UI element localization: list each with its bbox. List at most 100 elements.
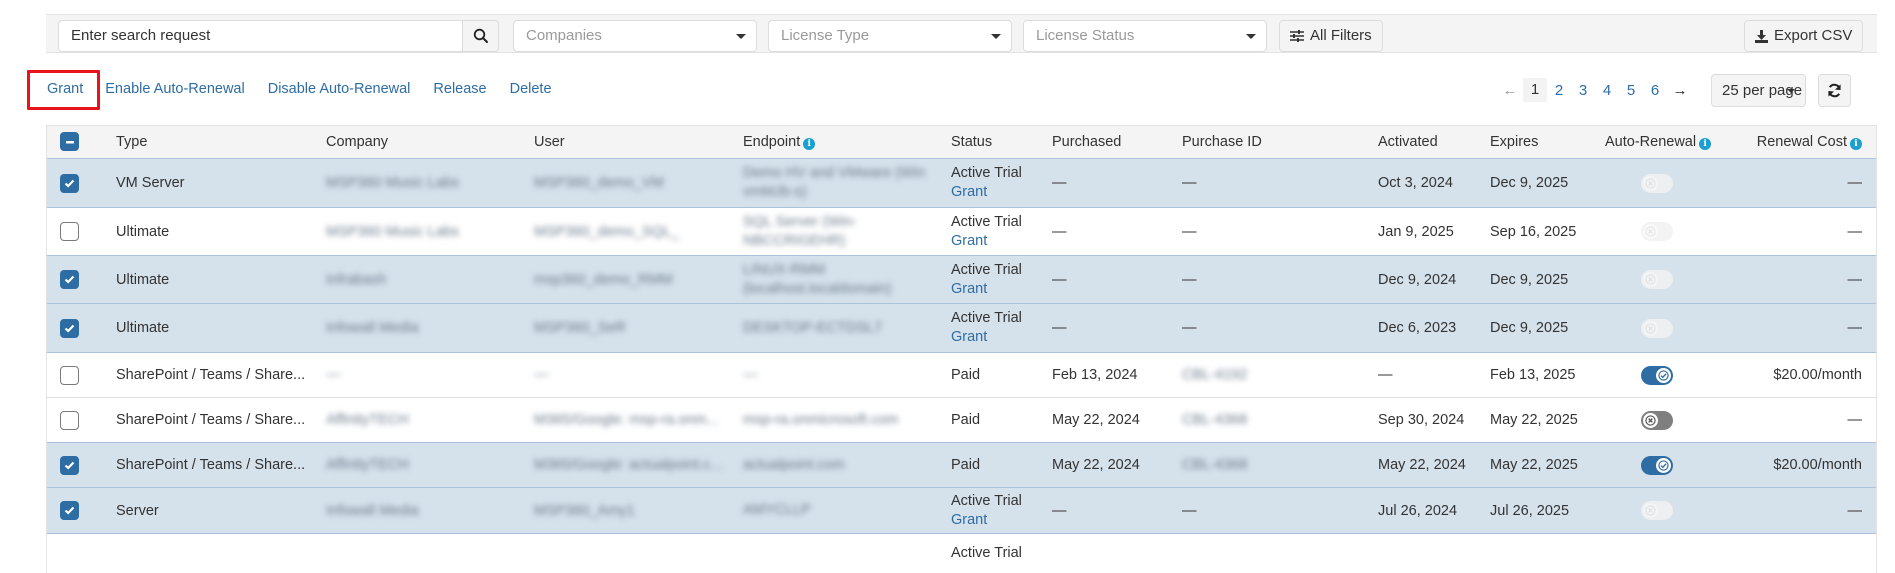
page-3[interactable]: 3 xyxy=(1571,82,1595,99)
cell-purchased: — xyxy=(1052,271,1067,288)
cell-purchased: — xyxy=(1052,320,1067,336)
auto-renewal-toggle[interactable] xyxy=(1641,398,1673,442)
info-icon[interactable]: i xyxy=(803,138,816,150)
cell-activated: Dec 9, 2024 xyxy=(1378,271,1457,288)
column-header-activated[interactable]: Activated xyxy=(1378,126,1438,158)
table-row[interactable]: VM Server MSP360 Music Labs MSP360_demo_VM… xyxy=(47,158,1876,207)
cell-purchase-id: CBL-4368 xyxy=(1182,412,1248,428)
table-row[interactable]: Ultimate Infrabash msp360_demo_RMM LINUX-RM… xyxy=(47,255,1876,303)
page-5[interactable]: 5 xyxy=(1619,82,1643,99)
cell-purchase-id: CBL-4192 xyxy=(1182,367,1248,383)
endpoint-line: msp-ra.onmicrosoft.com xyxy=(743,411,899,428)
cell-company: MSP360 Music Labs xyxy=(326,175,459,191)
search-icon xyxy=(473,28,488,43)
row-checkbox[interactable] xyxy=(60,159,79,207)
endpoint-header-label: Endpoint xyxy=(743,134,801,150)
auto-renewal-toggle[interactable] xyxy=(1641,353,1673,397)
cell-activated: Sep 30, 2024 xyxy=(1378,412,1465,428)
row-checkbox[interactable] xyxy=(60,256,79,303)
info-icon[interactable]: i xyxy=(1699,138,1712,150)
endpoint-line: (localhost.localdomain) xyxy=(743,280,892,297)
table-row[interactable]: SharePoint / Teams / Share... — — — Paid Feb … xyxy=(47,352,1876,397)
check-icon xyxy=(64,461,75,470)
cell-expires: May 22, 2025 xyxy=(1490,412,1578,428)
column-header-user[interactable]: User xyxy=(534,126,565,158)
release-link[interactable]: Release xyxy=(433,81,486,97)
grant-link[interactable]: Grant xyxy=(951,183,987,202)
table-row[interactable]: Ultimate Infowall Media MSP360_SeR DESKTOP-… xyxy=(47,303,1876,352)
export-csv-label: Export CSV xyxy=(1774,27,1853,44)
column-header-purchase-id[interactable]: Purchase ID xyxy=(1182,126,1262,158)
table-row[interactable]: SharePoint / Teams / Share... AffinityTEC… xyxy=(47,442,1876,487)
enable-auto-renewal-link[interactable]: Enable Auto-Renewal xyxy=(105,81,244,97)
export-csv-button[interactable]: Export CSV xyxy=(1744,20,1864,52)
table-row[interactable]: Active Trial xyxy=(47,533,1876,573)
prev-page-arrow[interactable]: ← xyxy=(1497,82,1523,99)
endpoint-line: — xyxy=(743,366,758,383)
next-page-arrow[interactable]: → xyxy=(1667,82,1693,99)
page-6[interactable]: 6 xyxy=(1643,82,1667,99)
auto-renewal-toggle[interactable] xyxy=(1641,443,1673,487)
search-button[interactable] xyxy=(462,20,499,52)
page-1[interactable]: 1 xyxy=(1523,78,1547,102)
x-icon xyxy=(1645,414,1656,426)
cell-status: Active Trial xyxy=(951,534,1022,573)
row-checkbox[interactable] xyxy=(60,353,79,397)
status-text: Active Trial xyxy=(951,492,1022,509)
column-header-endpoint[interactable]: Endpoint i xyxy=(743,126,816,158)
refresh-button[interactable] xyxy=(1818,74,1851,107)
column-header-purchased[interactable]: Purchased xyxy=(1052,126,1121,158)
cell-expires: Dec 9, 2025 xyxy=(1490,175,1569,191)
all-filters-button[interactable]: All Filters xyxy=(1279,20,1383,52)
row-checkbox[interactable] xyxy=(60,443,79,487)
info-icon[interactable]: i xyxy=(1850,138,1862,150)
per-page-select[interactable]: 25 per page xyxy=(1711,74,1806,107)
row-checkbox[interactable] xyxy=(60,208,79,255)
cell-purchased: Feb 13, 2024 xyxy=(1052,367,1138,383)
grant-link[interactable]: Grant xyxy=(951,328,987,347)
select-all-checkbox[interactable] xyxy=(60,132,79,151)
cell-purchase-id: — xyxy=(1182,223,1197,240)
download-icon xyxy=(1755,29,1768,43)
cell-company: Infowall Media xyxy=(326,320,419,336)
grant-link[interactable]: Grant xyxy=(951,511,987,530)
page-2[interactable]: 2 xyxy=(1547,82,1571,99)
table-row[interactable]: SharePoint / Teams / Share... AffinityTEC… xyxy=(47,397,1876,442)
column-header-status[interactable]: Status xyxy=(951,126,992,158)
check-icon xyxy=(64,506,75,515)
status-text: Paid xyxy=(951,456,981,473)
grant-link[interactable]: Grant xyxy=(951,232,987,251)
table-row[interactable]: Ultimate MSP360 Music Labs MSP360_demo_SQL… xyxy=(47,207,1876,255)
status-text: Active Trial xyxy=(951,310,1022,326)
cell-activated: — xyxy=(1378,367,1393,383)
license-status-select[interactable]: License Status xyxy=(1023,20,1267,52)
cell-renewal-cost: — xyxy=(1847,502,1863,519)
cell-purchased: May 22, 2024 xyxy=(1052,412,1140,428)
renewal-cost-header-label: Renewal Cost xyxy=(1756,134,1847,150)
table-row[interactable]: Server Infowall Media MSP360_Amy1 AMYCLLP Ac… xyxy=(47,487,1876,533)
row-checkbox[interactable] xyxy=(60,304,79,352)
cell-activated: Jan 9, 2025 xyxy=(1378,223,1454,240)
column-header-expires[interactable]: Expires xyxy=(1490,126,1538,158)
check-icon xyxy=(64,275,75,284)
row-checkbox[interactable] xyxy=(60,488,79,533)
license-type-select[interactable]: License Type xyxy=(768,20,1012,52)
row-checkbox[interactable] xyxy=(60,398,79,442)
search-input[interactable]: Enter search request xyxy=(58,20,463,52)
cell-type: SharePoint / Teams / Share... xyxy=(116,457,306,473)
column-header-company[interactable]: Company xyxy=(326,126,388,158)
cell-user: MSP360_demo_VM xyxy=(534,175,664,191)
x-icon xyxy=(1645,226,1656,237)
column-header-type[interactable]: Type xyxy=(116,126,147,158)
disable-auto-renewal-link[interactable]: Disable Auto-Renewal xyxy=(268,81,411,97)
column-header-auto-renewal[interactable]: Auto-Renewal i xyxy=(1605,126,1712,158)
column-header-renewal-cost[interactable]: Renewal Cost i xyxy=(1757,126,1862,158)
page-4[interactable]: 4 xyxy=(1595,82,1619,99)
check-icon xyxy=(1658,369,1669,381)
delete-link[interactable]: Delete xyxy=(510,81,552,97)
x-icon xyxy=(1645,505,1656,516)
grant-link[interactable]: Grant xyxy=(951,280,987,299)
cell-purchased: — xyxy=(1052,175,1067,191)
cell-user: MSP360_demo_SQL_ xyxy=(534,223,680,240)
companies-select[interactable]: Companies xyxy=(513,20,757,52)
